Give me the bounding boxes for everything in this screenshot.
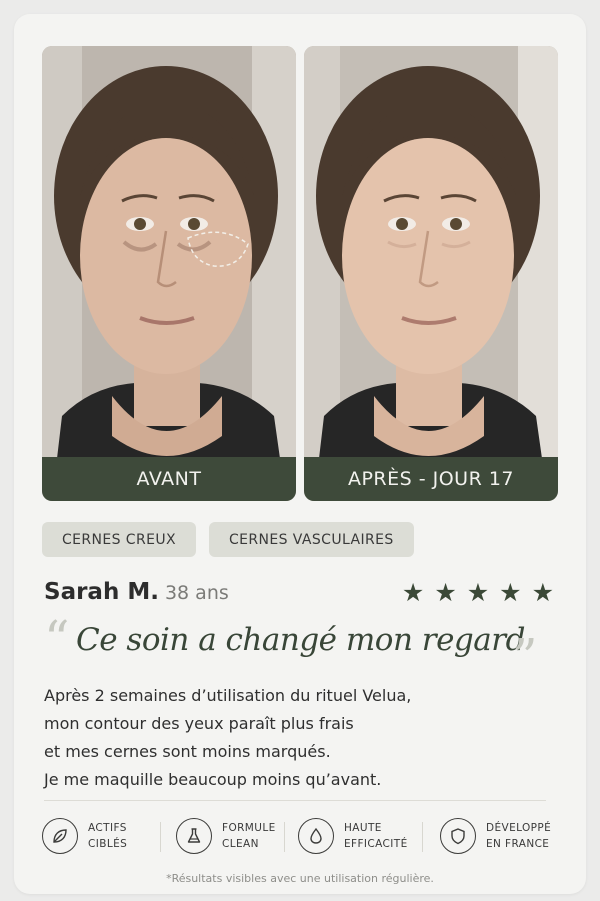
- feature-actifs-cibles: ACTIFS CIBLÉS: [42, 814, 127, 858]
- reviewer-name: Sarah M.: [44, 579, 159, 605]
- before-label: AVANT: [42, 457, 296, 501]
- disclaimer-footnote: *Résultats visibles avec une utilisation…: [166, 872, 434, 885]
- reviewer-row: Sarah M. 38 ans ★ ★ ★ ★ ★: [44, 579, 554, 609]
- feature-label: FORMULE CLEAN: [222, 822, 276, 850]
- star-icon: ★: [434, 578, 457, 607]
- feature-haute-efficacite: HAUTE EFFICACITÉ: [298, 814, 408, 858]
- after-face-image: [304, 46, 558, 501]
- feature-formule-clean: FORMULE CLEAN: [176, 814, 276, 858]
- before-face-image: [42, 46, 296, 501]
- star-icon: ★: [401, 578, 425, 607]
- tag-cernes-vasculaires[interactable]: CERNES VASCULAIRES: [209, 522, 414, 557]
- divider: [44, 800, 546, 801]
- review-headline-row: “ Ce soin a changé mon regard ”: [42, 614, 542, 682]
- star-icon: ★: [531, 578, 554, 607]
- feature-label: DÉVELOPPÉ EN FRANCE: [486, 822, 552, 850]
- testimonial-card: AVANT APRÈS - JOUR 17 CERNES CREUX CERNE…: [14, 14, 586, 894]
- feature-separator: [160, 822, 161, 852]
- star-icon: ★: [466, 578, 490, 607]
- feature-label: HAUTE EFFICACITÉ: [344, 822, 408, 850]
- after-label: APRÈS - JOUR 17: [304, 457, 558, 501]
- before-photo: AVANT: [42, 46, 296, 501]
- reviewer-age: 38 ans: [164, 582, 229, 604]
- review-line: Après 2 semaines d’utilisation du rituel…: [44, 686, 412, 705]
- star-icon: ★: [499, 578, 522, 607]
- review-line: et mes cernes sont moins marqués.: [44, 742, 331, 761]
- leaf-icon: [42, 818, 78, 854]
- after-photo: APRÈS - JOUR 17: [304, 46, 558, 501]
- feature-list: ACTIFS CIBLÉS FORMULE CLEAN HAUTE EFFICA…: [42, 814, 551, 860]
- review-body: Après 2 semaines d’utilisation du rituel…: [44, 682, 544, 794]
- feature-label: ACTIFS CIBLÉS: [88, 822, 128, 850]
- close-quote-icon: ”: [512, 628, 538, 686]
- star-rating: ★ ★ ★ ★ ★: [402, 579, 554, 607]
- concern-tags: CERNES CREUX CERNES VASCULAIRES: [42, 522, 414, 557]
- feature-separator: [284, 822, 285, 852]
- feature-developpe-en-france: DÉVELOPPÉ EN FRANCE: [440, 814, 551, 858]
- shield-icon: [440, 818, 476, 854]
- feature-separator: [422, 822, 423, 852]
- review-headline: Ce soin a changé mon regard: [76, 622, 525, 658]
- review-line: mon contour des yeux paraît plus frais: [44, 714, 354, 733]
- review-line: Je me maquille beaucoup moins qu’avant.: [44, 770, 382, 789]
- open-quote-icon: “: [44, 610, 70, 668]
- tag-cernes-creux[interactable]: CERNES CREUX: [42, 522, 196, 557]
- drop-icon: [298, 818, 334, 854]
- flask-icon: [176, 818, 212, 854]
